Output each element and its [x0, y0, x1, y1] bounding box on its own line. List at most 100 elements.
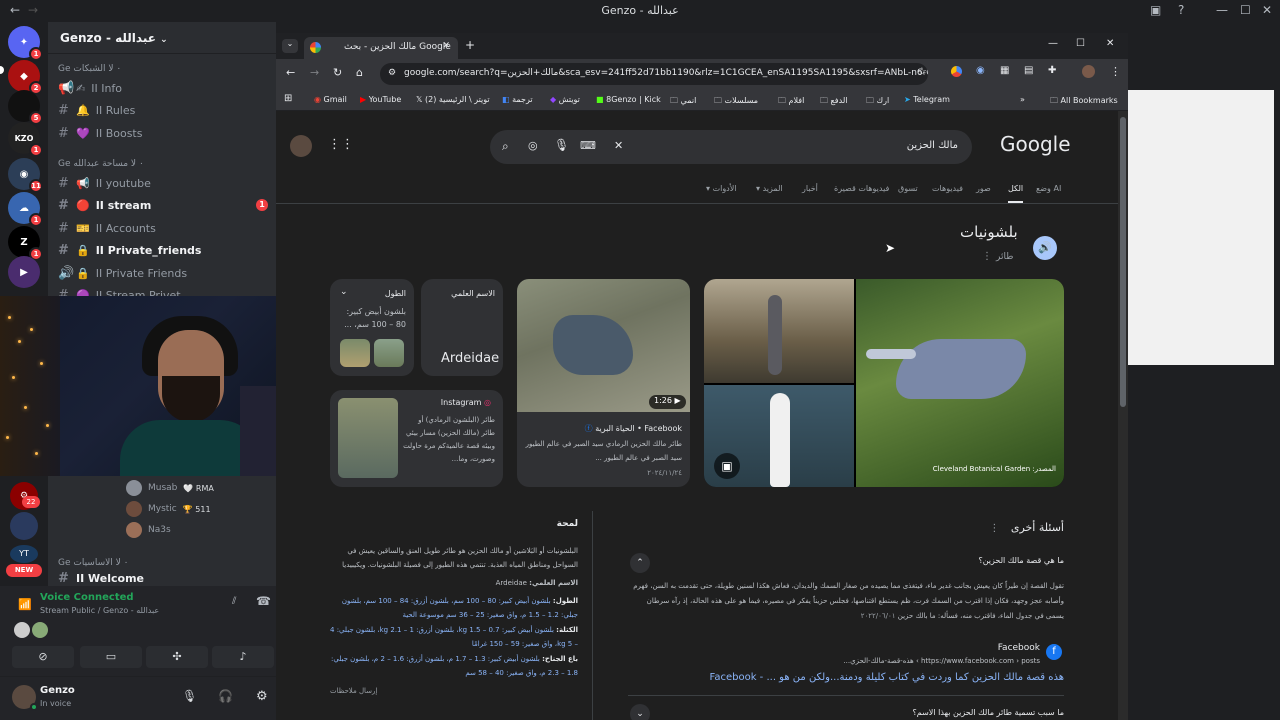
new-tab-icon[interactable]: + [465, 38, 475, 52]
speaker-icon[interactable]: 🔊 [1033, 236, 1057, 260]
tab-search-icon[interactable]: ⌄ [282, 39, 298, 53]
activities-button[interactable]: ✣ [146, 646, 208, 668]
bookmark-twitter[interactable]: 𝕏 تويتر \ الرئيسية (2) [416, 95, 490, 104]
tab-news[interactable]: أخبار [802, 184, 818, 193]
bookmark-folder[interactable]: 🗀 افلام [778, 95, 804, 109]
more-options-icon[interactable]: ⋮ [982, 251, 992, 262]
extensions-puzzle-icon[interactable]: ✚ [1048, 65, 1056, 76]
channel-info[interactable]: 📢 ✍ II Info [58, 78, 268, 98]
inbox-icon[interactable]: ▣ [1150, 3, 1161, 17]
maximize-icon[interactable]: ☐ [1076, 38, 1085, 49]
channel-welcome[interactable]: # II Welcome [58, 572, 268, 584]
voice-channel-name[interactable]: Stream Public / Genzo - عبدالله [40, 606, 159, 615]
feedback-link[interactable]: إرسال ملاحظات [330, 687, 377, 695]
browser-tab[interactable]: مالك الحزين - بحث Google ✕ [304, 37, 458, 59]
tab-more[interactable]: ▾ المزيد [756, 184, 783, 193]
headphones-icon[interactable]: 🎧 [218, 689, 233, 703]
minimize-icon[interactable]: — [1216, 3, 1228, 17]
search-box[interactable]: ⌕ ◎ 🎙 ⌨ ✕ مالك الحزين [490, 130, 972, 164]
channel-private-friends[interactable]: # 🔒 II Private_friends [58, 240, 268, 260]
scientific-name-card[interactable]: الاسم العلمي Ardeidae [421, 279, 503, 376]
voice-member[interactable]: Mystic 🏆 511 [126, 501, 211, 517]
image-gray-heron[interactable] [704, 279, 854, 383]
scrollbar[interactable] [1118, 111, 1128, 720]
soundboard-button[interactable]: ♪ [212, 646, 274, 668]
tab-ai-mode[interactable]: وضع AI [1036, 184, 1061, 193]
tab-tools[interactable]: ▾ الأدوات [706, 184, 737, 193]
more-options-icon[interactable]: ⋮ [989, 523, 999, 534]
noise-suppression-icon[interactable]: ⫽ [232, 596, 236, 607]
bookmark-youtube[interactable]: ▶ YouTube [360, 95, 401, 104]
bookmark-folder[interactable]: 🗀 الدفع [820, 95, 848, 109]
apps-grid-icon[interactable]: ⊞ [284, 93, 292, 104]
voice-member[interactable]: Musab 🤍 RMA [126, 480, 214, 496]
voice-member[interactable]: Na3s [126, 522, 171, 538]
menu-icon[interactable]: ⋮ [1110, 65, 1121, 78]
google-logo[interactable]: Google [1000, 132, 1071, 156]
extension-icon[interactable]: ▦ [1000, 65, 1009, 76]
bookmark-gmail[interactable]: ◉ Gmail [314, 95, 347, 104]
server-icon[interactable]: ◆ 2 [8, 60, 43, 95]
chevron-down-icon[interactable]: ⌄ [630, 704, 650, 720]
google-apps-icon[interactable]: ⋮⋮ [328, 137, 354, 152]
category-header[interactable]: Ge ٠ لا الاساسيات [58, 558, 128, 568]
server-icon[interactable] [10, 512, 38, 540]
channel-youtube[interactable]: # 📢 II youtube [58, 173, 268, 193]
bookmark-twitch[interactable]: ◆ تويتش [550, 95, 580, 104]
all-bookmarks[interactable]: 🗀 All Bookmarks [1050, 95, 1118, 109]
address-bar[interactable]: ⚙ google.com/search?q=مالك+الحزين&sca_es… [380, 63, 928, 85]
tab-shopping[interactable]: تسوق [898, 184, 918, 193]
forward-icon[interactable]: → [310, 66, 319, 79]
extension-icon[interactable]: ◉ [976, 65, 985, 76]
extension-icon[interactable] [951, 66, 962, 77]
settings-gear-icon[interactable]: ⚙ [256, 689, 268, 704]
tab-images[interactable]: صور [976, 184, 991, 193]
scrollbar-thumb[interactable] [1120, 117, 1126, 407]
image-search-icon[interactable]: ▣ [714, 453, 740, 479]
result-url[interactable]: https://www.facebook.com › posts › هذه-ق… [828, 657, 1040, 665]
bookmark-translate[interactable]: ◧ ترجمة [502, 95, 533, 104]
site-info-icon[interactable]: ⚙ [388, 68, 396, 78]
discord-home-icon[interactable]: ✦ 1 [8, 26, 43, 61]
back-icon[interactable]: ← [286, 66, 295, 79]
microphone-icon[interactable]: 🎙 [182, 689, 197, 703]
bookmark-folder[interactable]: 🗀 ارك [866, 95, 889, 109]
paa-question[interactable]: ما سبب تسمية طائر مالك الحزين بهذا الاسم… [656, 708, 1064, 717]
server-icon[interactable]: YT [10, 545, 38, 563]
close-icon[interactable]: ✕ [1262, 3, 1272, 17]
bookmark-folder[interactable]: 🗀 مسلسلات [714, 95, 758, 109]
server-icon[interactable]: ☁ 1 [8, 192, 43, 227]
category-header[interactable]: Ge ٠ لا الشبكات [58, 64, 121, 74]
channel-rules[interactable]: # 🔔 II Rules [58, 100, 268, 120]
server-icon[interactable]: ◉ 11 [8, 158, 43, 193]
channel-boosts[interactable]: # 💜 II Boosts [58, 123, 268, 143]
tab-shorts[interactable]: فيديوهات قصيرة [834, 184, 889, 193]
channel-stream[interactable]: # 🔴 II stream 1 [58, 195, 268, 215]
keyboard-icon[interactable]: ⌨ [580, 139, 596, 152]
profile-avatar[interactable] [1082, 65, 1095, 78]
new-badge[interactable]: NEW [6, 564, 42, 577]
tab-close-icon[interactable]: ✕ [442, 41, 450, 51]
account-avatar[interactable] [290, 135, 312, 157]
disconnect-icon[interactable]: ☎ [256, 594, 271, 608]
bookmark-folder[interactable]: 🗀 انمي [670, 95, 696, 109]
paa-question[interactable]: ما هي قصة مالك الحزين؟ [628, 556, 1064, 565]
screen-share-button[interactable]: ▭ [80, 646, 142, 668]
category-header[interactable]: Ge ٠ لا مساحة عبدالله [58, 159, 144, 169]
search-icon[interactable]: ⌕ [502, 139, 509, 154]
camera-off-button[interactable]: ⊘ [12, 646, 74, 668]
result-source-name[interactable]: Facebook [828, 643, 1040, 653]
tab-all[interactable]: الكل [1008, 184, 1024, 203]
result-link[interactable]: هذه قصة مالك الحزين كما وردت في كتاب كلي… [628, 672, 1065, 683]
maximize-icon[interactable]: ☐ [1240, 3, 1251, 17]
server-icon[interactable]: Ζ1 [8, 226, 43, 261]
close-icon[interactable]: ✕ [1106, 38, 1114, 49]
server-header[interactable]: Genzo - عبدالله ⌄ [48, 22, 276, 54]
voice-status[interactable]: Voice Connected [40, 592, 134, 603]
image-flying-heron[interactable]: المصدر: Cleveland Botanical Garden [856, 279, 1064, 487]
server-icon[interactable]: ⚙ 22 [10, 482, 40, 510]
length-card[interactable]: ⌄ الطول بلشون أبيض كبير: 80 – 100 سم، ..… [330, 279, 414, 376]
lens-icon[interactable]: ◎ [528, 139, 538, 152]
background-window[interactable] [1128, 90, 1274, 365]
instagram-card[interactable]: Instagram ◎ طائر (البلشون الرمادي) أو طا… [330, 390, 503, 487]
